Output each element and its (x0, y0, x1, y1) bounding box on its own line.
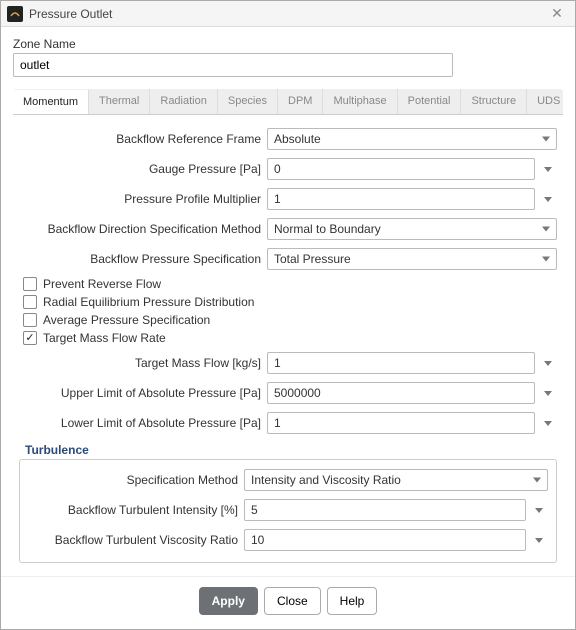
target-mass-flow-input[interactable] (267, 352, 535, 374)
radial-eq-checkbox[interactable] (23, 295, 37, 309)
prevent-reverse-checkbox[interactable] (23, 277, 37, 291)
target-mfr-label: Target Mass Flow Rate (43, 331, 166, 345)
tab-dpm[interactable]: DPM (278, 89, 323, 114)
upper-limit-menu[interactable] (539, 382, 557, 404)
tab-potential[interactable]: Potential (398, 89, 462, 114)
dir-spec-method-label: Backflow Direction Specification Method (19, 222, 267, 236)
target-mass-flow-menu[interactable] (539, 352, 557, 374)
turb-spec-method-select[interactable]: Intensity and Viscosity Ratio (244, 469, 548, 491)
gauge-pressure-menu[interactable] (539, 158, 557, 180)
backflow-ref-frame-label: Backflow Reference Frame (19, 132, 267, 146)
tab-radiation[interactable]: Radiation (150, 89, 217, 114)
help-button[interactable]: Help (327, 587, 378, 615)
dialog-window: Pressure Outlet ✕ Zone Name Momentum The… (0, 0, 576, 630)
tab-bar: Momentum Thermal Radiation Species DPM M… (13, 89, 563, 115)
turb-viscosity-ratio-label: Backflow Turbulent Viscosity Ratio (28, 533, 244, 547)
radial-eq-label: Radial Equilibrium Pressure Distribution (43, 295, 254, 309)
avg-pressure-label: Average Pressure Specification (43, 313, 210, 327)
lower-limit-label: Lower Limit of Absolute Pressure [Pa] (19, 416, 267, 430)
profile-multiplier-label: Pressure Profile Multiplier (19, 192, 267, 206)
turb-viscosity-ratio-input[interactable] (244, 529, 526, 551)
dialog-footer: Apply Close Help (1, 576, 575, 629)
lower-limit-menu[interactable] (539, 412, 557, 434)
tab-species[interactable]: Species (218, 89, 278, 114)
close-icon[interactable]: ✕ (545, 2, 569, 26)
tab-structure[interactable]: Structure (461, 89, 527, 114)
dialog-content: Zone Name Momentum Thermal Radiation Spe… (1, 27, 575, 576)
turb-intensity-menu[interactable] (530, 499, 548, 521)
close-button[interactable]: Close (264, 587, 321, 615)
prevent-reverse-label: Prevent Reverse Flow (43, 277, 161, 291)
profile-multiplier-input[interactable] (267, 188, 535, 210)
turbulence-title: Turbulence (25, 443, 557, 457)
momentum-panel: Backflow Reference Frame Absolute Gauge … (13, 115, 563, 573)
turb-spec-method-label: Specification Method (28, 473, 244, 487)
backflow-ref-frame-select[interactable]: Absolute (267, 128, 557, 150)
gauge-pressure-label: Gauge Pressure [Pa] (19, 162, 267, 176)
turb-viscosity-ratio-menu[interactable] (530, 529, 548, 551)
zone-name-input[interactable] (13, 53, 453, 77)
target-mfr-checkbox[interactable] (23, 331, 37, 345)
dir-spec-method-select[interactable]: Normal to Boundary (267, 218, 557, 240)
upper-limit-label: Upper Limit of Absolute Pressure [Pa] (19, 386, 267, 400)
apply-button[interactable]: Apply (199, 587, 258, 615)
turb-intensity-input[interactable] (244, 499, 526, 521)
tab-uds[interactable]: UDS (527, 89, 563, 114)
tab-momentum[interactable]: Momentum (13, 90, 89, 115)
avg-pressure-checkbox[interactable] (23, 313, 37, 327)
pressure-spec-label: Backflow Pressure Specification (19, 252, 267, 266)
profile-multiplier-menu[interactable] (539, 188, 557, 210)
gauge-pressure-input[interactable] (267, 158, 535, 180)
window-title: Pressure Outlet (29, 7, 545, 21)
zone-name-label: Zone Name (13, 37, 563, 51)
titlebar: Pressure Outlet ✕ (1, 1, 575, 27)
upper-limit-input[interactable] (267, 382, 535, 404)
tab-multiphase[interactable]: Multiphase (323, 89, 397, 114)
lower-limit-input[interactable] (267, 412, 535, 434)
app-icon (7, 6, 23, 22)
turbulence-group: Turbulence Specification Method Intensit… (19, 443, 557, 563)
pressure-spec-select[interactable]: Total Pressure (267, 248, 557, 270)
target-mass-flow-label: Target Mass Flow [kg/s] (19, 356, 267, 370)
turb-intensity-label: Backflow Turbulent Intensity [%] (28, 503, 244, 517)
tab-thermal[interactable]: Thermal (89, 89, 150, 114)
